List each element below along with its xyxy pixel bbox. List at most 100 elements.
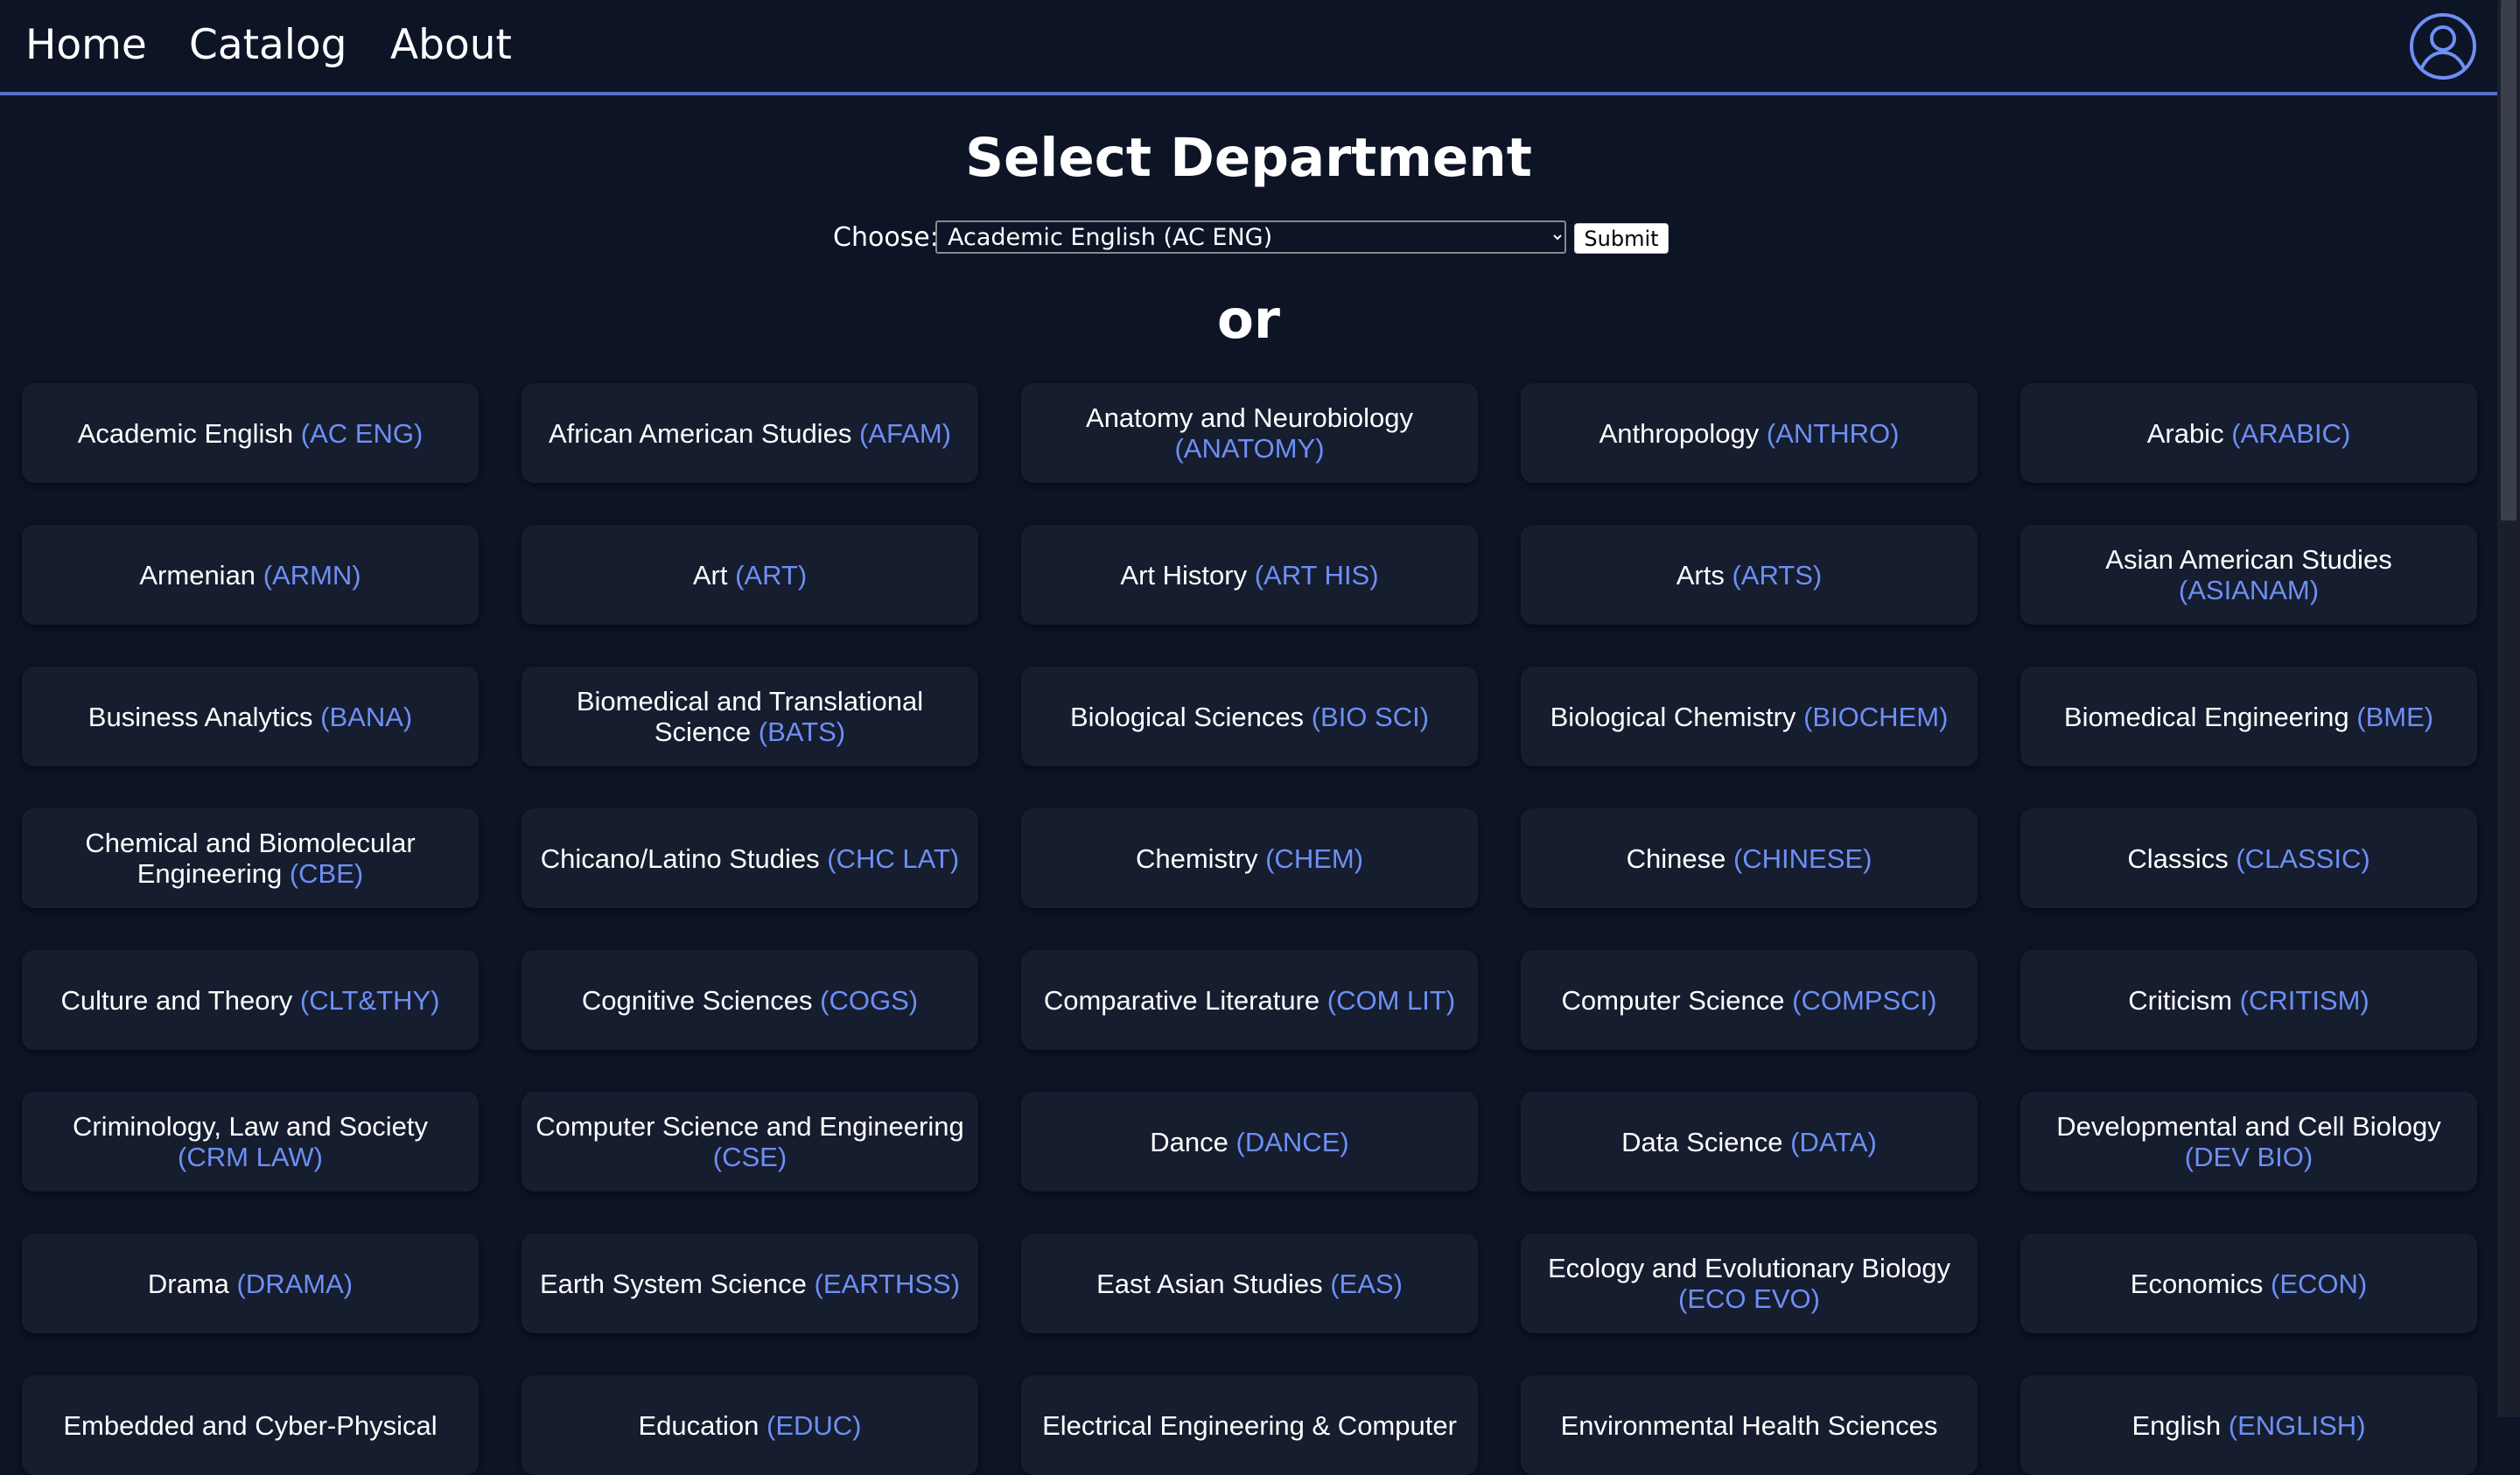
department-card[interactable]: Biological Sciences (BIO SCI) (1021, 667, 1478, 766)
department-name: Chicano/Latino Studies (540, 842, 820, 874)
department-code: (AFAM) (858, 417, 951, 449)
department-name: Chinese (1626, 842, 1726, 874)
department-card[interactable]: Data Science (DATA) (1521, 1092, 1978, 1192)
submit-button[interactable]: Submit (1574, 223, 1669, 254)
top-navigation-bar: Home Catalog About (0, 0, 2497, 95)
department-card[interactable]: Drama (DRAMA) (22, 1234, 479, 1333)
department-name: Arts (1676, 559, 1725, 591)
page-scrollbar[interactable] (2497, 0, 2520, 1417)
department-name: English (2132, 1409, 2222, 1441)
department-card[interactable]: Arts (ARTS) (1521, 525, 1978, 625)
department-code: (BANA) (320, 701, 413, 732)
choose-label: Choose: (833, 222, 939, 253)
department-card[interactable]: English (ENGLISH) (2020, 1375, 2477, 1475)
department-card[interactable]: Business Analytics (BANA) (22, 667, 479, 766)
department-card[interactable]: Developmental and Cell Biology (DEV BIO) (2020, 1092, 2477, 1192)
department-name: Business Analytics (88, 701, 313, 732)
department-name: Computer Science (1561, 984, 1785, 1016)
department-card[interactable]: Economics (ECON) (2020, 1234, 2477, 1333)
department-card[interactable]: Anthropology (ANTHRO) (1521, 383, 1978, 483)
department-card[interactable]: Biomedical Engineering (BME) (2020, 667, 2477, 766)
department-card-text: Data Science (DATA) (1621, 1127, 1877, 1157)
department-code: (CSE) (712, 1142, 788, 1172)
department-name: Environmental Health Sciences (1560, 1409, 1938, 1441)
department-card[interactable]: Chicano/Latino Studies (CHC LAT) (522, 808, 978, 908)
department-card[interactable]: East Asian Studies (EAS) (1021, 1234, 1478, 1333)
department-card-text: Electrical Engineering & Computer (1042, 1410, 1457, 1441)
department-card[interactable]: Embedded and Cyber-Physical (22, 1375, 479, 1475)
department-card[interactable]: Earth System Science (EARTHSS) (522, 1234, 978, 1333)
user-account-icon[interactable] (2408, 11, 2478, 81)
department-card[interactable]: Arabic (ARABIC) (2020, 383, 2477, 483)
department-card-text: Art History (ART HIS) (1120, 560, 1378, 591)
department-code: (ECON) (2271, 1268, 2368, 1299)
department-card[interactable]: Art History (ART HIS) (1021, 525, 1478, 625)
department-code: (ANATOMY) (1174, 433, 1325, 464)
department-card[interactable]: Biomedical and Translational Science (BA… (522, 667, 978, 766)
department-card-text: Developmental and Cell Biology (DEV BIO) (2034, 1111, 2463, 1172)
department-card[interactable]: Chemical and Biomolecular Engineering (C… (22, 808, 479, 908)
department-card[interactable]: Dance (DANCE) (1021, 1092, 1478, 1192)
department-code: (ARTS) (1732, 559, 1823, 591)
department-card-text: Education (EDUC) (638, 1410, 861, 1441)
department-card[interactable]: Education (EDUC) (522, 1375, 978, 1475)
department-code: (ARABIC) (2231, 417, 2351, 449)
department-card[interactable]: Chemistry (CHEM) (1021, 808, 1478, 908)
department-name: Criticism (2128, 984, 2233, 1016)
department-card[interactable]: Culture and Theory (CLT&THY) (22, 950, 479, 1050)
department-code: (EAS) (1330, 1268, 1403, 1299)
nav-catalog-link[interactable]: Catalog (189, 21, 347, 69)
department-card[interactable]: Environmental Health Sciences (1521, 1375, 1978, 1475)
department-card[interactable]: African American Studies (AFAM) (522, 383, 978, 483)
department-card-text: Chinese (CHINESE) (1627, 843, 1872, 874)
department-code: (EARTHSS) (814, 1268, 961, 1299)
department-card[interactable]: Asian American Studies (ASIANAM) (2020, 525, 2477, 625)
department-code: (ECO EVO) (1678, 1283, 1820, 1314)
department-name: Chemistry (1135, 842, 1258, 874)
department-name: Earth System Science (539, 1268, 807, 1299)
department-card[interactable]: Armenian (ARMN) (22, 525, 479, 625)
department-code: (BIOCHEM) (1803, 701, 1949, 732)
department-name: Dance (1150, 1126, 1228, 1157)
department-card[interactable]: Computer Science (COMPSCI) (1521, 950, 1978, 1050)
department-card[interactable]: Biological Chemistry (BIOCHEM) (1521, 667, 1978, 766)
department-name: Economics (2130, 1268, 2264, 1299)
nav-about-link[interactable]: About (390, 21, 512, 69)
department-card-text: English (ENGLISH) (2132, 1410, 2365, 1441)
or-divider-text: or (1217, 289, 1280, 351)
department-code: (ARMN) (262, 559, 361, 591)
department-code: (EDUC) (766, 1409, 862, 1441)
department-card[interactable]: Comparative Literature (COM LIT) (1021, 950, 1478, 1050)
department-card-text: Comparative Literature (COM LIT) (1044, 985, 1455, 1016)
page-title: Select Department (965, 127, 1532, 189)
department-card[interactable]: Criticism (CRITISM) (2020, 950, 2477, 1050)
department-card[interactable]: Criminology, Law and Society (CRM LAW) (22, 1092, 479, 1192)
department-card-text: Biological Sciences (BIO SCI) (1070, 702, 1429, 732)
department-code: (DATA) (1790, 1126, 1877, 1157)
department-code: (BME) (2356, 701, 2434, 732)
department-select[interactable]: Academic English (AC ENG) (935, 220, 1566, 254)
department-name: Education (638, 1409, 760, 1441)
department-card[interactable]: Anatomy and Neurobiology (ANATOMY) (1021, 383, 1478, 483)
department-card[interactable]: Chinese (CHINESE) (1521, 808, 1978, 908)
department-name: Developmental and Cell Biology (2056, 1111, 2441, 1142)
department-code: (CHEM) (1265, 842, 1364, 874)
department-name: Comparative Literature (1043, 984, 1320, 1016)
department-card-text: Armenian (ARMN) (139, 560, 360, 591)
department-card[interactable]: Art (ART) (522, 525, 978, 625)
department-code: (DEV BIO) (2184, 1142, 2314, 1172)
department-card[interactable]: Classics (CLASSIC) (2020, 808, 2477, 908)
department-card[interactable]: Academic English (AC ENG) (22, 383, 479, 483)
department-name: Biological Chemistry (1550, 701, 1796, 732)
department-name: Biological Sciences (1069, 701, 1305, 732)
department-card[interactable]: Cognitive Sciences (COGS) (522, 950, 978, 1050)
department-code: (DRAMA) (236, 1268, 354, 1299)
department-card[interactable]: Ecology and Evolutionary Biology (ECO EV… (1521, 1234, 1978, 1333)
department-card-text: Arts (ARTS) (1676, 560, 1823, 591)
nav-home-link[interactable]: Home (25, 21, 147, 69)
department-card[interactable]: Computer Science and Engineering (CSE) (522, 1092, 978, 1192)
department-name: Asian American Studies (2105, 544, 2392, 575)
department-card-text: Computer Science and Engineering (CSE) (536, 1111, 964, 1172)
scrollbar-thumb[interactable] (2501, 0, 2516, 521)
department-card[interactable]: Electrical Engineering & Computer (1021, 1375, 1478, 1475)
